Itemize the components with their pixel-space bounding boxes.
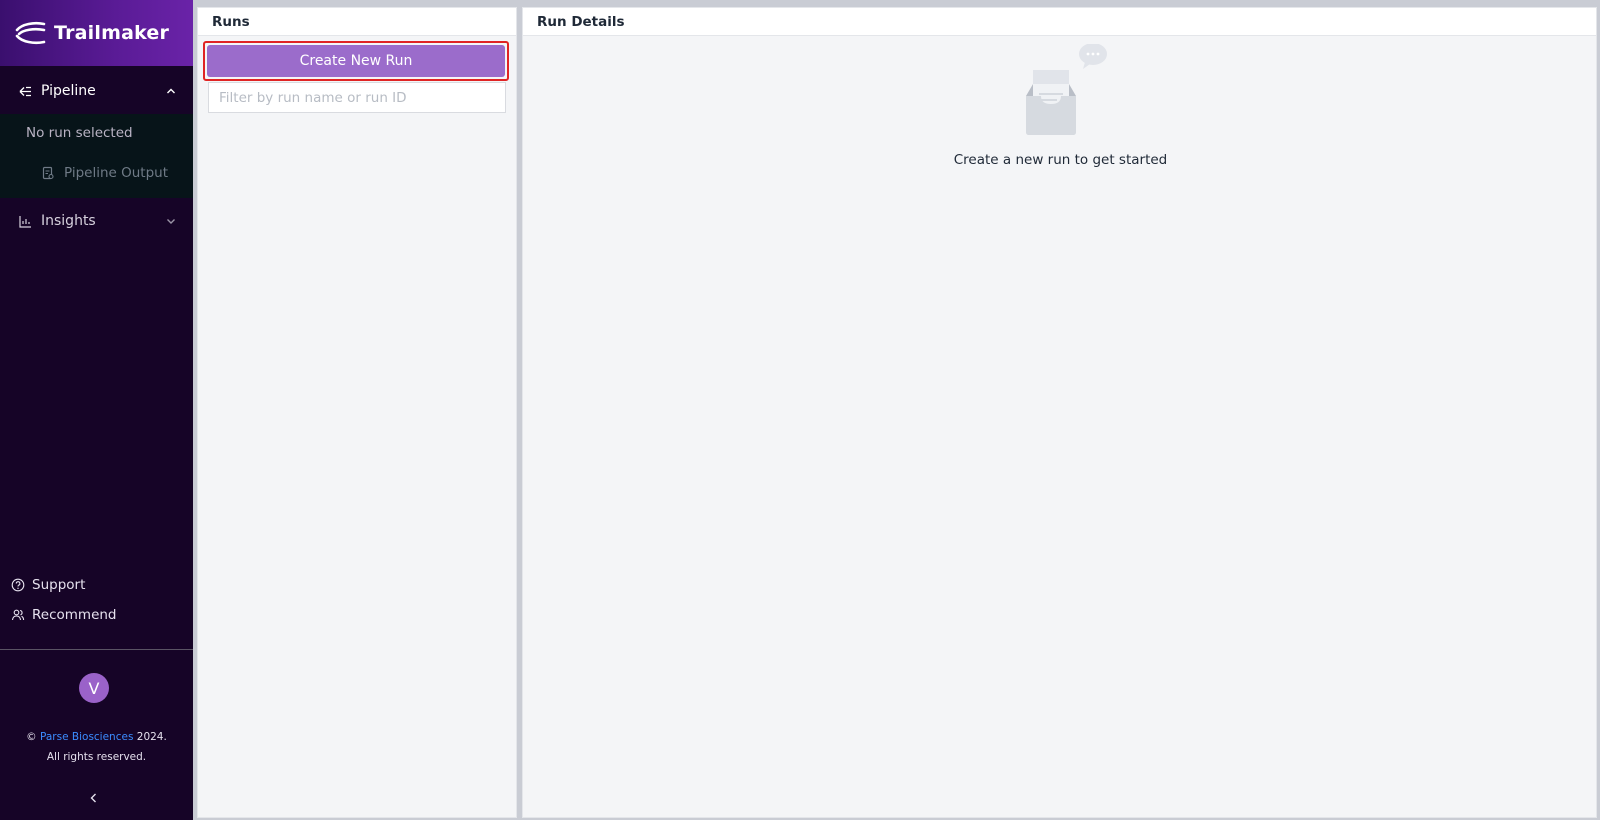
parse-biosciences-link[interactable]: Parse Biosciences	[40, 731, 133, 743]
sidebar-bottom-links: Support Recommend	[0, 570, 193, 630]
brand-name: Trailmaker	[54, 22, 170, 44]
copyright-notice: © Parse Biosciences 2024. All rights res…	[0, 727, 193, 767]
help-circle-icon	[11, 578, 25, 592]
chevron-left-icon	[90, 793, 96, 803]
sidebar-divider	[0, 649, 193, 650]
sidebar: Trailmaker Pipeline No run selected Pipe…	[0, 0, 193, 820]
runs-panel: Runs Create New Run	[197, 7, 517, 818]
nav-pipeline-output-label: Pipeline Output	[64, 165, 169, 181]
users-icon	[11, 608, 25, 622]
chart-icon	[18, 214, 33, 229]
pipeline-icon	[18, 84, 33, 99]
recommend-link[interactable]: Recommend	[0, 600, 193, 630]
user-avatar[interactable]: V	[79, 673, 109, 703]
brand-header[interactable]: Trailmaker	[0, 0, 193, 66]
collapse-sidebar-button[interactable]	[86, 790, 102, 806]
nav-pipeline-label: Pipeline	[41, 83, 96, 99]
pipeline-submenu: No run selected Pipeline Output	[0, 114, 193, 198]
copyright-symbol: ©	[26, 731, 37, 743]
copyright-year: 2024.	[136, 731, 167, 743]
chevron-down-icon	[165, 215, 177, 227]
empty-state: Create a new run to get started	[523, 44, 1598, 168]
nav-insights-label: Insights	[41, 213, 96, 229]
empty-inbox-icon	[1025, 44, 1107, 135]
nav-pipeline[interactable]: Pipeline	[0, 68, 193, 114]
nav-pipeline-output[interactable]: Pipeline Output	[0, 152, 193, 194]
create-run-highlight: Create New Run	[203, 41, 509, 81]
runs-panel-title: Runs	[198, 8, 516, 36]
chevron-up-icon	[165, 85, 177, 97]
recommend-label: Recommend	[32, 607, 117, 623]
nav-insights[interactable]: Insights	[0, 198, 193, 244]
create-new-run-button[interactable]: Create New Run	[207, 45, 505, 77]
support-link[interactable]: Support	[0, 570, 193, 600]
document-icon	[41, 166, 55, 180]
copyright-rights: All rights reserved.	[46, 751, 147, 763]
trailmaker-logo-icon	[15, 21, 46, 45]
run-details-panel: Run Details Create a new run to get star…	[522, 7, 1597, 818]
empty-state-message: Create a new run to get started	[953, 152, 1168, 168]
filter-runs-input[interactable]	[208, 82, 506, 113]
run-details-title: Run Details	[523, 8, 1596, 36]
support-label: Support	[32, 577, 86, 593]
no-run-selected-label: No run selected	[26, 125, 133, 141]
